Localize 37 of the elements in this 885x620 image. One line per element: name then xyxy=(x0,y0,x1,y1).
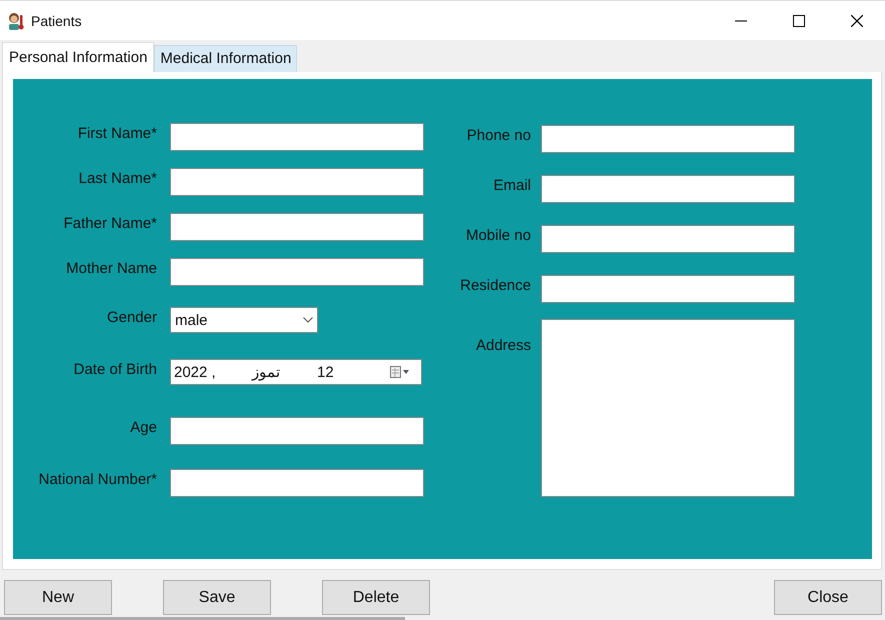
field-label: Last Name* xyxy=(78,169,157,187)
tab[interactable]: Medical Information xyxy=(154,45,298,72)
input-field[interactable] xyxy=(541,125,795,153)
field-label: Mother Name xyxy=(65,259,157,277)
address-field[interactable] xyxy=(541,319,795,497)
action-button[interactable]: Save xyxy=(163,580,271,615)
field-label: Residence xyxy=(459,276,531,294)
field-label: Gender xyxy=(106,308,157,326)
field-label: National Number* xyxy=(38,470,157,488)
tab[interactable]: Personal Information xyxy=(2,42,154,72)
input-field[interactable] xyxy=(541,175,795,203)
close-icon[interactable] xyxy=(851,14,863,26)
input-field[interactable] xyxy=(170,213,424,241)
window-title: Patients xyxy=(31,12,82,28)
field-label: Email xyxy=(492,176,531,194)
input-field[interactable] xyxy=(170,469,424,497)
action-button[interactable]: New xyxy=(4,580,112,615)
field-label: Mobile no xyxy=(464,226,531,244)
field-label: Age xyxy=(129,418,157,436)
input-field[interactable] xyxy=(170,417,424,445)
chevron-icon xyxy=(303,317,313,323)
input-field[interactable] xyxy=(170,258,424,286)
input-field[interactable] xyxy=(170,123,424,151)
gender-dropdown[interactable]: male xyxy=(170,307,318,333)
field-label: First Name* xyxy=(76,124,157,142)
input-field[interactable] xyxy=(541,275,795,303)
field-label: Phone no xyxy=(466,126,531,144)
action-button[interactable]: Delete xyxy=(322,580,430,615)
field-label: Date of Birth xyxy=(72,360,157,378)
input-field[interactable] xyxy=(541,225,795,253)
doctor-icon xyxy=(8,12,24,30)
maximize-icon[interactable] xyxy=(793,14,805,26)
field-label: Address xyxy=(474,336,531,354)
field-label: Father Name* xyxy=(62,214,157,232)
action-button[interactable]: Close xyxy=(774,580,882,615)
calendar-icon xyxy=(390,366,410,378)
input-field[interactable] xyxy=(170,168,424,196)
